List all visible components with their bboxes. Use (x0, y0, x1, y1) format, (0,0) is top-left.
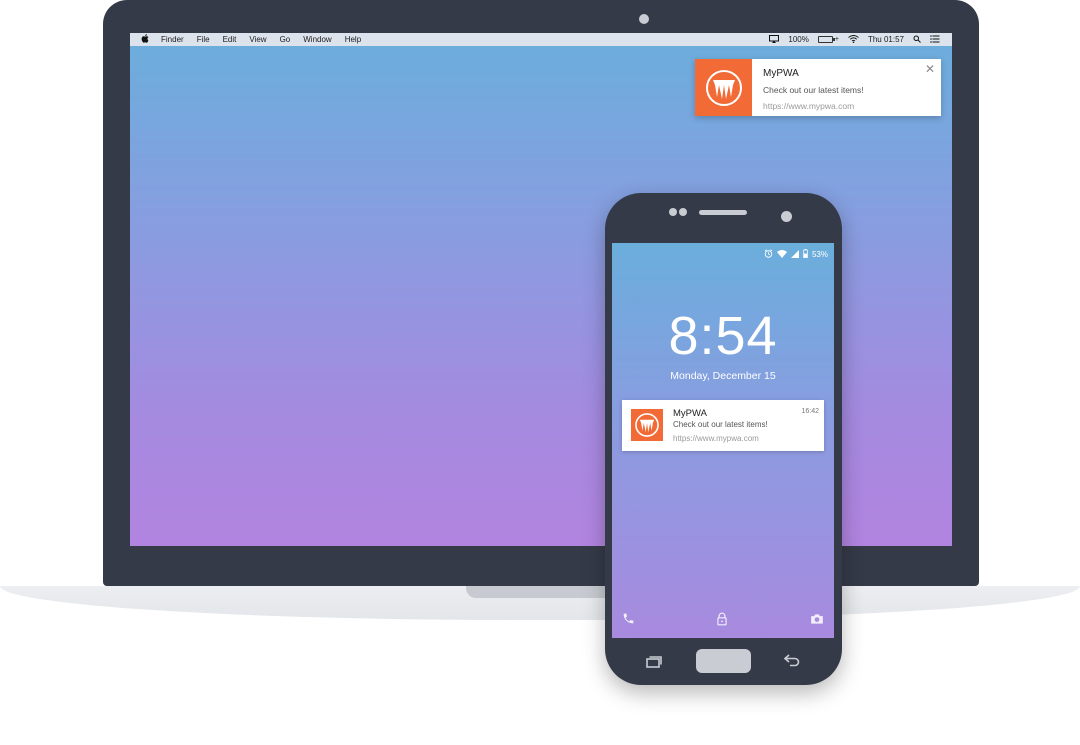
signal-icon (790, 249, 799, 260)
menubar-clock[interactable]: Thu 01:57 (868, 35, 904, 44)
home-button[interactable] (696, 649, 751, 673)
phone-front-camera (781, 211, 792, 222)
notification-message: Check out our latest items! (763, 85, 864, 95)
phone-sensor (679, 208, 687, 216)
charging-plug-icon: + (834, 36, 839, 43)
phone-speaker (699, 210, 747, 215)
notification-message: Check out our latest items! (673, 420, 768, 429)
phone-battery-percent: 53% (811, 250, 828, 259)
spotlight-search-icon[interactable] (913, 35, 921, 45)
mypwa-logo-icon (695, 59, 752, 116)
notification-url: https://www.mypwa.com (673, 434, 759, 443)
camera-icon[interactable] (810, 612, 824, 630)
menu-help[interactable]: Help (345, 33, 361, 46)
mypwa-logo-icon (631, 409, 663, 441)
menu-go[interactable]: Go (280, 33, 291, 46)
battery-percent: 100% (788, 35, 809, 44)
apple-logo-icon[interactable] (141, 34, 149, 45)
battery-icon (803, 249, 808, 260)
notification-title: MyPWA (763, 68, 799, 79)
phone-frame: 53% 8:54 Monday, December 15 MyPWA Check… (605, 193, 842, 685)
back-icon[interactable] (783, 654, 800, 672)
lockscreen-date: Monday, December 15 (670, 370, 776, 382)
mac-notification[interactable]: MyPWA Check out our latest items! https:… (695, 59, 941, 116)
laptop-trackpad-notch (466, 586, 616, 598)
lockscreen-clock: 8:54 (668, 306, 778, 366)
laptop-camera (639, 14, 649, 24)
phone-notification[interactable]: MyPWA Check out our latest items! https:… (622, 400, 824, 451)
recent-apps-icon[interactable] (646, 655, 662, 673)
phone-sensor (669, 208, 677, 216)
alarm-icon (764, 249, 773, 260)
menu-finder[interactable]: Finder (161, 33, 184, 46)
wifi-icon (776, 249, 787, 260)
notification-url: https://www.mypwa.com (763, 101, 855, 111)
menu-view[interactable]: View (249, 33, 266, 46)
close-icon[interactable]: ✕ (925, 63, 935, 75)
menu-file[interactable]: File (197, 33, 210, 46)
menu-window[interactable]: Window (303, 33, 331, 46)
battery-icon[interactable] (817, 36, 835, 43)
airplay-icon[interactable] (769, 34, 780, 45)
menu-edit[interactable]: Edit (223, 33, 237, 46)
notification-title: MyPWA (673, 408, 707, 419)
notification-center-icon[interactable] (930, 34, 940, 45)
phone-statusbar: 53% (760, 249, 828, 260)
wifi-icon[interactable] (848, 34, 859, 45)
mac-menubar: Finder File Edit View Go Window Help 100… (130, 33, 952, 46)
phone-icon[interactable] (622, 612, 635, 630)
lock-icon[interactable] (716, 612, 728, 631)
lockscreen-shortcuts (612, 612, 834, 628)
notification-time: 16:42 (801, 408, 819, 415)
phone-lockscreen: 53% 8:54 Monday, December 15 MyPWA Check… (612, 243, 834, 638)
